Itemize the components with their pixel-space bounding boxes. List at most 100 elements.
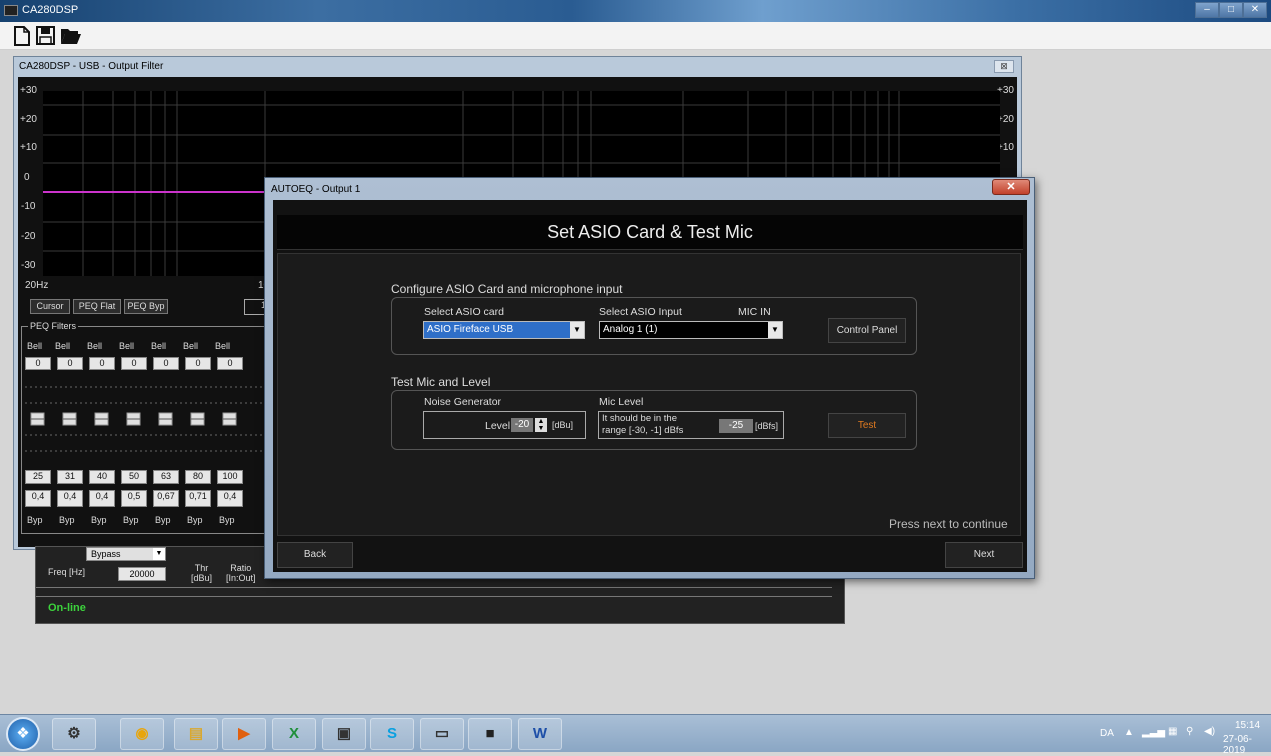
- peq-byp[interactable]: Byp: [187, 515, 203, 525]
- show-hidden-icons-icon[interactable]: ▲: [1124, 727, 1134, 738]
- peq-sliders[interactable]: [25, 377, 267, 463]
- close-button[interactable]: ✕: [1243, 2, 1267, 18]
- peq-q[interactable]: 0,71: [185, 490, 211, 507]
- peq-type[interactable]: Bell: [183, 341, 198, 351]
- peq-byp-row: Byp Byp Byp Byp Byp Byp Byp: [25, 515, 267, 527]
- peq-type[interactable]: Bell: [55, 341, 70, 351]
- app-icon: [4, 5, 18, 16]
- excel-taskbar-icon[interactable]: X: [272, 718, 316, 750]
- test-button[interactable]: Test: [828, 413, 906, 438]
- volume-icon[interactable]: ◀): [1204, 726, 1215, 737]
- thr-label: Thr [dBu]: [191, 563, 213, 583]
- peq-freq[interactable]: 50: [121, 470, 147, 484]
- bypass-select-value: Bypass: [91, 549, 121, 559]
- chevron-down-icon: ▼: [768, 322, 782, 338]
- configure-group: Select ASIO card ASIO Fireface USB ▼ Sel…: [391, 297, 917, 355]
- peq-gain[interactable]: 0: [217, 357, 243, 370]
- peq-gain[interactable]: 0: [89, 357, 115, 370]
- ca-audio-taskbar-icon[interactable]: ■: [468, 718, 512, 750]
- peq-byp-button[interactable]: PEQ Byp: [124, 299, 168, 314]
- peq-byp[interactable]: Byp: [27, 515, 43, 525]
- save-icon[interactable]: [36, 26, 56, 46]
- peq-flat-button[interactable]: PEQ Flat: [73, 299, 121, 314]
- peq-type[interactable]: Bell: [87, 341, 102, 351]
- media-player-taskbar-icon[interactable]: ▶: [222, 718, 266, 750]
- autoeq-body: Set ASIO Card & Test Mic Configure ASIO …: [273, 200, 1027, 572]
- cursor-button[interactable]: Cursor: [30, 299, 70, 314]
- network-icon[interactable]: ▦: [1168, 726, 1177, 737]
- peq-gain[interactable]: 0: [121, 357, 147, 370]
- peq-freq[interactable]: 100: [217, 470, 243, 484]
- autoeq-close-button[interactable]: ✕: [992, 179, 1030, 195]
- peq-gain[interactable]: 0: [25, 357, 51, 370]
- peq-type[interactable]: Bell: [151, 341, 166, 351]
- peq-type[interactable]: Bell: [27, 341, 42, 351]
- bypass-select[interactable]: Bypass ▼: [86, 547, 166, 561]
- peq-q[interactable]: 0,4: [89, 490, 115, 507]
- peq-gain[interactable]: 0: [185, 357, 211, 370]
- test-group: Noise Generator Level -20 ▲ ▼ [dBu] Mic L…: [391, 390, 917, 450]
- peq-q[interactable]: 0,4: [217, 490, 243, 507]
- freq-field[interactable]: 20000: [118, 567, 166, 581]
- chevron-down-icon: ▼: [153, 548, 165, 560]
- peq-byp[interactable]: Byp: [123, 515, 139, 525]
- y-label: -30: [21, 260, 36, 271]
- peq-q[interactable]: 0,4: [57, 490, 83, 507]
- autoeq-title: AUTOEQ - Output 1: [271, 184, 361, 195]
- peq-freq[interactable]: 31: [57, 470, 83, 484]
- chevron-down-icon: ▼: [570, 322, 584, 338]
- mic-level-unit: [dBfs]: [755, 421, 779, 431]
- explorer-taskbar-icon[interactable]: ▤: [174, 718, 218, 750]
- open-folder-icon[interactable]: [60, 26, 81, 46]
- signal-icon[interactable]: ▂▃▅: [1142, 727, 1165, 738]
- start-button[interactable]: ❖: [6, 717, 40, 751]
- peq-freq[interactable]: 40: [89, 470, 115, 484]
- peq-freq[interactable]: 25: [25, 470, 51, 484]
- asio-card-select[interactable]: ASIO Fireface USB ▼: [423, 321, 585, 339]
- panel-divider: [36, 587, 832, 597]
- peq-q[interactable]: 0,4: [25, 490, 51, 507]
- peq-byp[interactable]: Byp: [219, 515, 235, 525]
- peq-freq[interactable]: 63: [153, 470, 179, 484]
- clock-date[interactable]: 27-06-2019: [1223, 734, 1271, 756]
- peq-byp[interactable]: Byp: [155, 515, 171, 525]
- new-file-icon[interactable]: [12, 26, 32, 46]
- skype-taskbar-icon[interactable]: S: [370, 718, 414, 750]
- peq-gain[interactable]: 0: [153, 357, 179, 370]
- language-indicator[interactable]: DA: [1100, 728, 1114, 739]
- peq-type[interactable]: Bell: [119, 341, 134, 351]
- level-stepper[interactable]: ▲ ▼: [535, 418, 547, 432]
- online-status: On-line: [48, 602, 86, 614]
- asio-input-select[interactable]: Analog 1 (1) ▼: [599, 321, 783, 339]
- level-field[interactable]: -20: [511, 418, 533, 432]
- peq-byp[interactable]: Byp: [59, 515, 75, 525]
- clock-time[interactable]: 15:14: [1235, 720, 1260, 731]
- maximize-button[interactable]: □: [1219, 2, 1243, 18]
- autoeq-header: Set ASIO Card & Test Mic: [277, 215, 1023, 250]
- peq-q[interactable]: 0,5: [121, 490, 147, 507]
- chrome-taskbar-icon[interactable]: ◉: [120, 718, 164, 750]
- peq-type[interactable]: Bell: [215, 341, 230, 351]
- zoom-taskbar-icon[interactable]: ▭: [420, 718, 464, 750]
- noise-generator-label: Noise Generator: [424, 396, 502, 408]
- peq-q[interactable]: 0,67: [153, 490, 179, 507]
- mic-in-label: MIC IN: [738, 306, 771, 318]
- usb-icon[interactable]: ⚲: [1186, 726, 1193, 737]
- window-controls: – □ ✕: [1195, 2, 1267, 18]
- next-button[interactable]: Next: [945, 542, 1023, 568]
- peq-byp[interactable]: Byp: [91, 515, 107, 525]
- output-filter-close-button[interactable]: ⊠: [994, 60, 1014, 73]
- peq-freq[interactable]: 80: [185, 470, 211, 484]
- y-label: -10: [21, 201, 36, 212]
- noise-generator-box: Level -20 ▲ ▼ [dBu]: [423, 411, 586, 439]
- mic-level-box: It should be in the range [-30, -1] dBfs…: [598, 411, 784, 439]
- minimize-button[interactable]: –: [1195, 2, 1219, 18]
- level-unit: [dBu]: [552, 420, 574, 430]
- back-button[interactable]: Back: [277, 542, 353, 568]
- rms-taskbar-icon[interactable]: ▣: [322, 718, 366, 750]
- control-panel-button[interactable]: Control Panel: [828, 318, 906, 343]
- autoeq-dialog: AUTOEQ - Output 1 ✕ Set ASIO Card & Test…: [264, 177, 1035, 579]
- peq-gain[interactable]: 0: [57, 357, 83, 370]
- word-taskbar-icon[interactable]: W: [518, 718, 562, 750]
- control-panel-taskbar-icon[interactable]: ⚙: [52, 718, 96, 750]
